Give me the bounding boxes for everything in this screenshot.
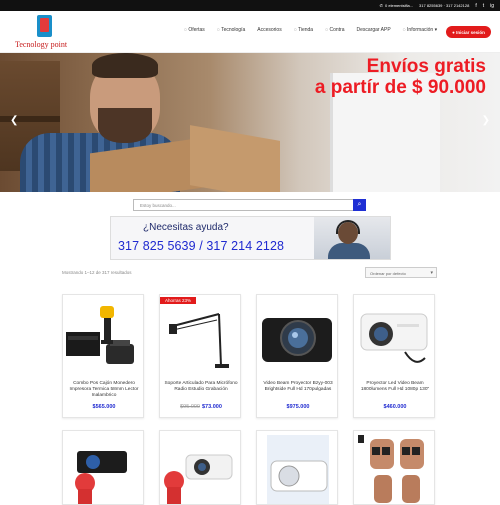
- results-count: Mostrando 1–12 de 317 resultados: [62, 270, 132, 275]
- phone-icon: ✆: [379, 3, 384, 8]
- product-card[interactable]: [62, 430, 144, 505]
- product-image[interactable]: [161, 296, 239, 378]
- nav-ofertas[interactable]: ◌ Ofertas: [178, 27, 211, 33]
- product-image[interactable]: [354, 431, 435, 505]
- nav-contra[interactable]: ◌ Contra: [319, 27, 350, 33]
- help-question: ¿Necesitas ayuda?: [143, 222, 229, 233]
- support-agent-image: [314, 217, 390, 259]
- product-card[interactable]: Combo Pos Cajón Monedero Impresora Termi…: [62, 294, 144, 418]
- email-contact[interactable]: ✆ 0 elementsifia...: [380, 3, 413, 8]
- main-nav: ◌ Ofertas ◌ Tecnología Accesorios ◌ Tien…: [178, 27, 443, 33]
- nav-descargar-app[interactable]: Descargar APP: [350, 27, 396, 33]
- product-name[interactable]: Video Beam Proyector Bzyy-003 Brightside…: [259, 381, 337, 393]
- facebook-icon[interactable]: f: [475, 3, 476, 9]
- logo-phone-icon: [37, 15, 52, 37]
- product-image[interactable]: [258, 296, 336, 378]
- hero-banner[interactable]: Envíos gratis a partír de $ 90.000 ❮ ❯: [0, 53, 500, 192]
- product-price: $95.000 $73.000: [180, 404, 222, 410]
- login-button[interactable]: ● Iniciar sesión: [446, 26, 491, 38]
- slider-next-icon[interactable]: ❯: [482, 115, 490, 126]
- nav-tecnologia[interactable]: ◌ Tecnología: [211, 27, 251, 33]
- hero-person-image: [20, 53, 280, 192]
- chevron-down-icon: ▾: [434, 27, 438, 33]
- promo-line-2: a partír de $ 90.000: [314, 77, 486, 99]
- product-image[interactable]: [64, 296, 142, 378]
- top-bar: ✆ 0 elementsifia... 317 8255639 · 317 214…: [0, 0, 500, 11]
- product-price: $460.000: [383, 404, 407, 410]
- nav-informacion[interactable]: ◌ Información ▾: [397, 27, 443, 33]
- slider-prev-icon[interactable]: ❮: [10, 115, 18, 126]
- product-price: $565.000: [92, 404, 116, 410]
- product-name[interactable]: Proyector Led Video Beam 1800lumens Full…: [356, 381, 434, 393]
- instagram-icon[interactable]: ig: [490, 3, 494, 9]
- product-image[interactable]: [63, 431, 144, 505]
- discount-badge: Ahorras 23%: [160, 297, 197, 304]
- help-phones: 317 825 5639 / 317 214 2128: [118, 239, 285, 253]
- product-card[interactable]: [353, 430, 435, 505]
- old-price: $95.000: [180, 404, 200, 410]
- product-card[interactable]: [256, 430, 338, 505]
- search-icon: ⌕: [357, 201, 362, 208]
- headset-icon: [336, 220, 360, 234]
- sort-select[interactable]: Ordenar por defecto: [365, 267, 437, 278]
- email-text: 0 elementsifia...: [385, 3, 414, 8]
- product-card[interactable]: Ahorras 23% Soporte Articulado Para Micr…: [159, 294, 241, 418]
- logo-text: Tecnology point: [15, 40, 68, 49]
- product-card[interactable]: Video Beam Proyector Bzyy-003 Brightside…: [256, 294, 338, 418]
- product-card[interactable]: Proyector Led Video Beam 1800lumens Full…: [353, 294, 435, 418]
- product-image[interactable]: [355, 296, 433, 378]
- product-image[interactable]: [257, 431, 338, 505]
- product-price: $975.000: [286, 404, 310, 410]
- product-card[interactable]: [159, 430, 241, 505]
- nav-accesorios[interactable]: Accesorios: [251, 27, 287, 33]
- product-name[interactable]: Soporte Articulado Para Micrófono Radio …: [162, 381, 240, 393]
- search-bar[interactable]: Estoy buscando... ⌕: [133, 199, 366, 211]
- twitter-icon[interactable]: t: [483, 3, 484, 9]
- nav-tienda[interactable]: ◌ Tienda: [288, 27, 319, 33]
- search-button[interactable]: ⌕: [353, 199, 366, 211]
- phones-text[interactable]: 317 8255639 · 317 2142128: [419, 3, 469, 8]
- hero-promo-text: Envíos gratis a partír de $ 90.000: [315, 56, 486, 99]
- product-image[interactable]: [160, 431, 241, 505]
- site-header: Tecnology point ◌ Ofertas ◌ Tecnología A…: [0, 11, 500, 53]
- help-banner[interactable]: ¿Necesitas ayuda? 317 825 5639 / 317 214…: [110, 216, 391, 260]
- product-name[interactable]: Combo Pos Cajón Monedero Impresora Termi…: [65, 381, 143, 398]
- promo-line-1: Envíos gratis: [366, 56, 486, 77]
- search-input[interactable]: Estoy buscando...: [140, 203, 176, 208]
- site-logo[interactable]: Tecnology point: [15, 14, 90, 52]
